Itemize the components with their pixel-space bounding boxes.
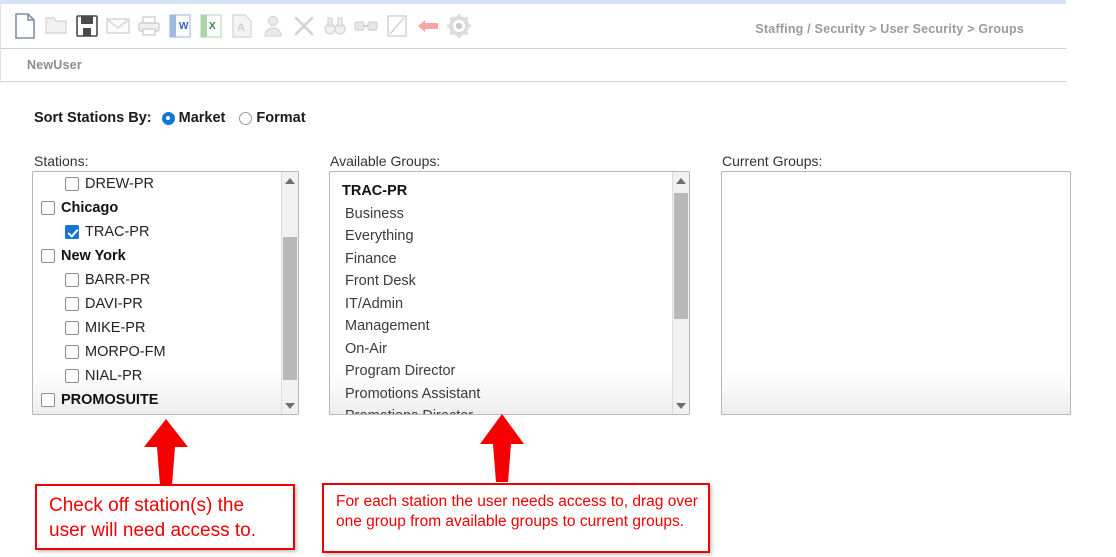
current-groups-listbox[interactable] xyxy=(721,171,1071,415)
available-scroll-thumb[interactable] xyxy=(674,193,688,320)
chevron-up-icon xyxy=(285,177,295,184)
station-label: DAVI-PR xyxy=(85,296,143,312)
chevron-up-icon xyxy=(676,177,686,184)
available-group-item[interactable]: Finance xyxy=(330,248,671,271)
available-group-item[interactable]: Front Desk xyxy=(330,270,671,293)
available-scroll-up-button[interactable] xyxy=(673,172,689,189)
station-label: PROMOSUITE xyxy=(61,392,159,408)
station-checkbox[interactable] xyxy=(41,249,55,263)
available-group-item[interactable]: On-Air xyxy=(330,338,671,361)
available-groups-scrollbar[interactable] xyxy=(672,172,689,414)
svg-text:A: A xyxy=(237,22,245,34)
main-toolbar: W X A Staffing / Security > User Securit… xyxy=(0,4,1066,49)
save-floppy-icon[interactable] xyxy=(73,11,101,41)
station-row[interactable]: PROMOSUITE xyxy=(33,388,280,412)
station-checkbox[interactable] xyxy=(65,273,79,287)
export-pdf-icon[interactable]: A xyxy=(228,11,256,41)
station-label: Chicago xyxy=(61,200,119,216)
station-checkbox[interactable] xyxy=(65,345,79,359)
open-folder-icon[interactable] xyxy=(42,11,70,41)
station-label: MIKE-PR xyxy=(85,320,146,336)
available-group-item[interactable]: Everything xyxy=(330,225,671,248)
tab-bar: NewUser xyxy=(0,50,1066,82)
chevron-down-icon xyxy=(285,402,295,409)
available-group-item[interactable]: Management xyxy=(330,315,671,338)
sort-stations-row: Sort Stations By: Market Format xyxy=(34,110,320,126)
station-row[interactable]: Chicago xyxy=(33,196,280,220)
stations-list[interactable]: DREW-PR Chicago TRAC-PR New York BARR-PR DAVI… xyxy=(33,172,280,414)
stations-scrollbar[interactable] xyxy=(281,172,298,414)
station-label: NIAL-PR xyxy=(85,368,143,384)
link-icon[interactable] xyxy=(352,11,380,41)
delete-x-icon[interactable] xyxy=(290,11,318,41)
available-group-item[interactable]: Business xyxy=(330,203,671,226)
application-window: W X A Staffing / Security > User Securit… xyxy=(0,0,1116,557)
available-groups-list[interactable]: TRAC-PR Business Everything Finance Front De… xyxy=(330,172,671,414)
svg-text:X: X xyxy=(209,21,216,32)
export-excel-icon[interactable]: X xyxy=(197,11,225,41)
available-group-item[interactable]: IT/Admin xyxy=(330,293,671,316)
station-row[interactable]: DREW-PR xyxy=(33,172,280,196)
station-checkbox[interactable] xyxy=(65,225,79,239)
station-label: TRAC-PR xyxy=(85,224,150,240)
print-icon[interactable] xyxy=(135,11,163,41)
binoculars-icon[interactable] xyxy=(321,11,349,41)
station-row[interactable]: DAVI-PR xyxy=(33,292,280,316)
stations-scroll-thumb[interactable] xyxy=(283,237,297,381)
user-icon[interactable] xyxy=(259,11,287,41)
station-label: BARR-PR xyxy=(85,272,151,288)
available-group-item[interactable]: Promotions Assistant xyxy=(330,383,671,406)
groups-callout-arrow xyxy=(480,414,524,482)
edit-note-icon[interactable] xyxy=(383,11,411,41)
export-word-icon[interactable]: W xyxy=(166,11,194,41)
radio-market-icon[interactable] xyxy=(161,111,175,125)
stations-scroll-up-button[interactable] xyxy=(282,172,298,189)
station-row[interactable]: TRAC-PR xyxy=(33,220,280,244)
station-row[interactable]: BARR-PR xyxy=(33,268,280,292)
stations-callout-arrow xyxy=(144,419,188,485)
station-checkbox[interactable] xyxy=(65,177,79,191)
sort-stations-label: Sort Stations By: xyxy=(34,110,152,126)
breadcrumb[interactable]: Staffing / Security > User Security > Gr… xyxy=(755,22,1024,36)
available-group-item[interactable]: Program Director xyxy=(330,360,671,383)
radio-format-label: Format xyxy=(256,110,306,126)
svg-text:W: W xyxy=(179,21,189,32)
stations-listbox[interactable]: DREW-PR Chicago TRAC-PR New York BARR-PR DAVI… xyxy=(32,171,299,415)
station-row[interactable]: New York xyxy=(33,244,280,268)
station-label: MORPO-FM xyxy=(85,344,166,360)
station-checkbox[interactable] xyxy=(41,393,55,407)
radio-option-format[interactable]: Format xyxy=(239,110,306,126)
tab-newuser[interactable]: NewUser xyxy=(27,58,82,72)
back-arrow-icon[interactable] xyxy=(414,11,442,41)
available-groups-label: Available Groups: xyxy=(330,153,441,169)
current-groups-label: Current Groups: xyxy=(722,153,823,169)
station-row[interactable]: NIAL-PR xyxy=(33,364,280,388)
new-document-icon[interactable] xyxy=(11,11,39,41)
radio-option-market[interactable]: Market xyxy=(161,110,226,126)
radio-format-icon[interactable] xyxy=(239,111,253,125)
station-label: New York xyxy=(61,248,126,264)
email-envelope-icon[interactable] xyxy=(104,11,132,41)
station-checkbox[interactable] xyxy=(65,321,79,335)
current-groups-list[interactable] xyxy=(722,172,1070,414)
stations-label: Stations: xyxy=(34,153,89,169)
settings-gear-icon[interactable] xyxy=(445,11,473,41)
stations-callout: Check off station(s) the user will need … xyxy=(35,484,295,550)
station-checkbox[interactable] xyxy=(65,297,79,311)
groups-callout: For each station the user needs access t… xyxy=(322,483,710,553)
station-checkbox[interactable] xyxy=(41,201,55,215)
radio-market-label: Market xyxy=(178,110,226,126)
available-groups-listbox[interactable]: TRAC-PR Business Everything Finance Front De… xyxy=(329,171,690,415)
station-row[interactable]: MIKE-PR xyxy=(33,316,280,340)
station-checkbox[interactable] xyxy=(65,369,79,383)
available-scroll-down-button[interactable] xyxy=(673,397,689,414)
chevron-down-icon xyxy=(676,402,686,409)
station-label: DREW-PR xyxy=(85,176,155,192)
available-group-header[interactable]: TRAC-PR xyxy=(330,180,671,203)
station-row[interactable]: MORPO-FM xyxy=(33,340,280,364)
stations-scroll-down-button[interactable] xyxy=(282,397,298,414)
